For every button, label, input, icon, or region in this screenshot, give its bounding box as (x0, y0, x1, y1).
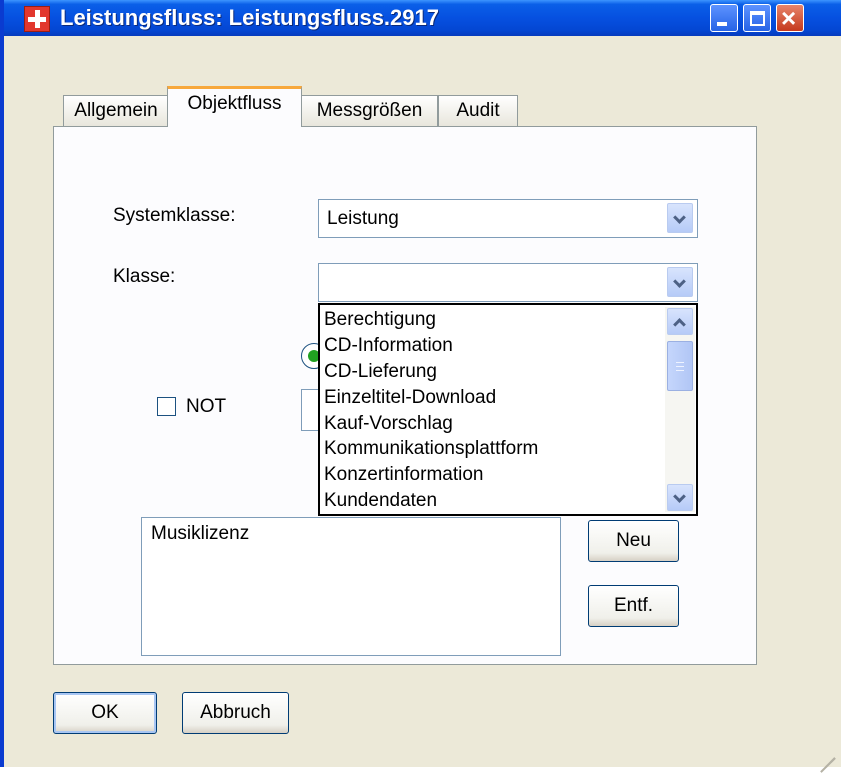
minimize-button[interactable] (710, 4, 738, 32)
grip-line (676, 362, 684, 363)
chevron-up-icon (673, 318, 686, 331)
close-icon: × (781, 3, 797, 33)
dropdown-option[interactable]: Konzertinformation (324, 462, 664, 488)
scroll-down-button[interactable] (667, 484, 693, 511)
systemklasse-value: Leistung (327, 208, 399, 229)
minimize-icon (717, 22, 727, 26)
dropdown-option[interactable]: Kommunikationsplattform (324, 436, 664, 462)
klasse-combobox[interactable] (318, 263, 698, 302)
grip-line (676, 370, 684, 371)
klasse-dropdown-list[interactable]: Berechtigung CD-Information CD-Lieferung… (318, 303, 698, 516)
scrollbar-thumb[interactable] (667, 341, 693, 391)
app-icon (24, 6, 50, 32)
resize-grip-icon[interactable] (813, 739, 836, 773)
dropdown-option[interactable]: CD-Lieferung (324, 359, 664, 385)
list-item[interactable]: Musiklizenz (151, 523, 249, 545)
tab-allgemein[interactable]: Allgemein (63, 95, 169, 126)
dropdown-option[interactable]: Einzeltitel-Download (324, 385, 664, 411)
scroll-up-button[interactable] (667, 308, 693, 335)
klasse-dropdown-button[interactable] (667, 267, 693, 297)
dropdown-scrollbar[interactable] (665, 307, 695, 512)
dropdown-option[interactable]: Berechtigung (324, 307, 664, 333)
maximize-button[interactable] (743, 4, 771, 32)
chevron-down-icon (673, 211, 686, 224)
abbruch-button[interactable]: Abbruch (182, 692, 289, 734)
systemklasse-dropdown-button[interactable] (667, 203, 693, 233)
tab-objektfluss[interactable]: Objektfluss (167, 86, 302, 127)
object-listbox[interactable]: Musiklizenz (141, 517, 561, 656)
chevron-down-icon (673, 275, 686, 288)
not-checkbox[interactable] (157, 397, 176, 416)
systemklasse-combobox[interactable]: Leistung (318, 199, 698, 238)
systemklasse-label: Systemklasse: (113, 205, 236, 226)
not-checkbox-label: NOT (186, 396, 227, 417)
grip-line (676, 366, 684, 367)
maximize-icon (750, 11, 765, 26)
klasse-label: Klasse: (113, 266, 176, 287)
chevron-down-icon (673, 490, 686, 503)
dropdown-option[interactable]: CD-Information (324, 333, 664, 359)
dropdown-option[interactable]: Kauf-Vorschlag (324, 411, 664, 437)
neu-button[interactable]: Neu (588, 520, 679, 562)
tab-messgroessen[interactable]: Messgrößen (301, 95, 438, 126)
dialog-window: Leistungsfluss: Leistungsfluss.2917 × Al… (0, 0, 841, 773)
entf-button[interactable]: Entf. (588, 585, 679, 627)
close-button[interactable]: × (776, 4, 804, 32)
ok-button[interactable]: OK (53, 692, 157, 734)
dropdown-option[interactable]: Kundendaten (324, 488, 664, 514)
window-title: Leistungsfluss: Leistungsfluss.2917 (60, 5, 439, 30)
tab-audit[interactable]: Audit (438, 95, 518, 126)
title-bar[interactable]: Leistungsfluss: Leistungsfluss.2917 × (4, 0, 841, 36)
